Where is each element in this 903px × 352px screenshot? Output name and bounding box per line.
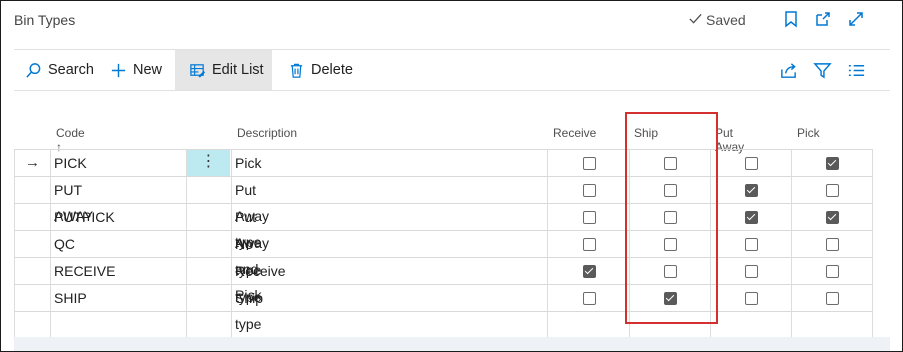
plus-icon [110, 62, 127, 79]
description-cell[interactable]: No type [235, 231, 261, 278]
receive-checkbox[interactable] [583, 265, 596, 278]
pick-checkbox[interactable] [826, 292, 839, 305]
current-row-arrow-icon: → [25, 154, 40, 171]
delete-button[interactable]: Delete [288, 50, 353, 90]
pick-checkbox[interactable] [826, 211, 839, 224]
title-bar: Bin Types Saved [1, 1, 902, 45]
column-divider [50, 149, 51, 338]
row-divider [14, 257, 872, 258]
code-header-label: Code [56, 126, 85, 140]
search-icon [25, 62, 42, 79]
list-view-icon[interactable] [847, 61, 866, 80]
column-divider [791, 149, 792, 338]
delete-label: Delete [311, 62, 353, 78]
column-divider [186, 149, 187, 338]
edit-list-label: Edit List [212, 62, 264, 78]
row-divider [14, 284, 872, 285]
code-cell[interactable]: PUT AWAY [54, 177, 93, 224]
row-divider [14, 203, 872, 204]
put-away-checkbox[interactable] [745, 238, 758, 251]
row-divider [14, 311, 872, 312]
column-divider [14, 149, 15, 338]
new-button[interactable]: New [110, 50, 162, 90]
open-new-window-icon[interactable] [814, 10, 832, 28]
column-divider [872, 149, 873, 338]
receive-checkbox[interactable] [583, 211, 596, 224]
new-label: New [133, 62, 163, 78]
code-cell[interactable]: SHIP [54, 285, 87, 311]
code-cell[interactable]: PICK [54, 150, 87, 176]
page-title: Bin Types [14, 12, 76, 28]
put-away-checkbox[interactable] [745, 265, 758, 278]
edit-list-button[interactable]: Edit List [175, 50, 272, 90]
column-divider [231, 149, 232, 338]
pick-checkbox[interactable] [826, 238, 839, 251]
bookmark-icon[interactable] [782, 10, 800, 28]
put-away-checkbox[interactable] [745, 184, 758, 197]
divider [14, 90, 890, 91]
pick-checkbox[interactable] [826, 265, 839, 278]
edit-list-icon [189, 62, 206, 79]
expand-icon[interactable] [847, 10, 865, 28]
column-header-receive[interactable]: Receive [553, 126, 596, 140]
description-cell[interactable]: Put Away and Pick [235, 204, 269, 303]
put-away-checkbox[interactable] [745, 211, 758, 224]
row-divider [14, 230, 872, 231]
receive-checkbox[interactable] [583, 292, 596, 305]
pick-checkbox[interactable] [826, 157, 839, 170]
column-divider [547, 149, 548, 338]
receive-checkbox[interactable] [583, 238, 596, 251]
checkmark-icon [688, 11, 703, 29]
row-divider [14, 149, 872, 150]
description-cell[interactable]: Pick [235, 150, 261, 176]
search-button[interactable]: Search [25, 50, 94, 90]
column-header-pick[interactable]: Pick [797, 126, 820, 140]
put-away-checkbox[interactable] [745, 157, 758, 170]
footer-bar [14, 337, 890, 351]
receive-checkbox[interactable] [583, 184, 596, 197]
code-cell[interactable]: PUTPICK [54, 204, 115, 230]
trash-icon [288, 62, 305, 79]
row-divider [14, 176, 872, 177]
share-icon[interactable] [779, 61, 798, 80]
put-away-checkbox[interactable] [745, 292, 758, 305]
pick-checkbox[interactable] [826, 184, 839, 197]
description-cell[interactable]: Receive type [235, 258, 286, 305]
saved-status: Saved [688, 11, 746, 29]
column-header-description[interactable]: Description [237, 126, 297, 140]
row-actions-button[interactable]: ⋮ [187, 150, 230, 176]
receive-checkbox[interactable] [583, 157, 596, 170]
bin-types-page: Bin Types Saved Search New Edit List Del… [0, 0, 903, 352]
saved-label: Saved [706, 12, 746, 28]
highlight-box [625, 112, 718, 324]
filter-icon[interactable] [813, 61, 832, 80]
action-bar: Search New Edit List Delete [1, 50, 902, 90]
code-cell[interactable]: QC [54, 231, 75, 257]
description-cell[interactable]: Put Away type [235, 177, 269, 250]
description-cell[interactable]: Ship type [235, 285, 263, 332]
code-cell[interactable]: RECEIVE [54, 258, 115, 284]
search-label: Search [48, 62, 94, 78]
